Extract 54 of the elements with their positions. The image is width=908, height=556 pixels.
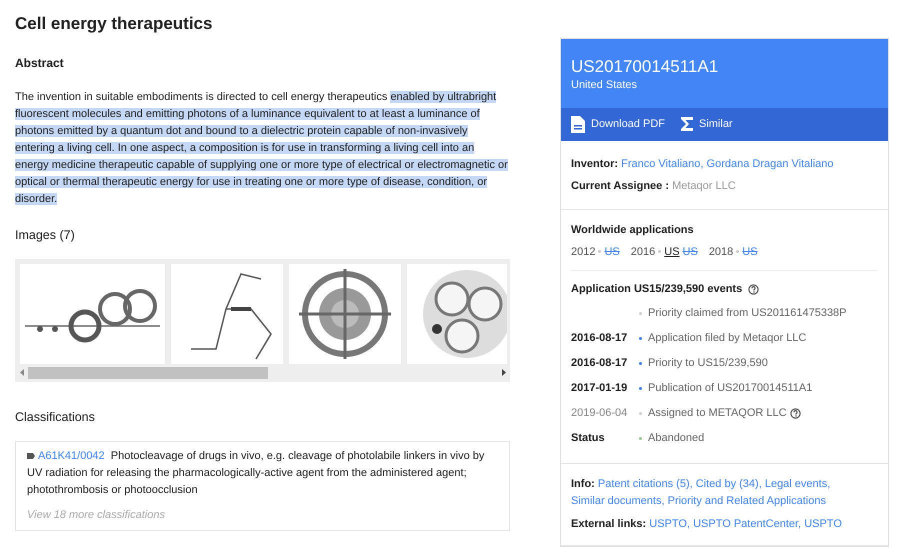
section-heading: Abstract — [15, 56, 65, 71]
abstract-paragraph: The invention in suitable embodiments is directed to cell energy therapeutics enabled by ultrabright fluorescent molecules and emitting photons of a luminance equivalent to at least a luminance of photons emitted by a quantum dot and bound to a dielectric protein capable of non-invasively entering a living cell. In one aspect, a composition is for use in transforming a living cell into an energy medicine therapeutic capable of supplying one or more type of electrical or electromagnetic or optical or thermal therapeutic energy for use in treating one or more type of disease, condition, or disorder. — [15, 90, 509, 207]
event-text: Publication of US20170014511A1 — [648, 380, 812, 396]
event-text: Abandoned — [648, 430, 704, 446]
link[interactable]: USPTO — [804, 518, 842, 530]
link[interactable]: USPTO PatentCenter, — [693, 518, 802, 530]
scroll-right-icon[interactable] — [502, 366, 506, 379]
scrollbar-thumb[interactable] — [28, 366, 268, 379]
link[interactable]: Cited by (34), — [696, 478, 762, 490]
similar-button[interactable]: Similar — [680, 116, 733, 133]
link[interactable]: USPTO, — [649, 518, 690, 530]
year-label: 2016 — [630, 246, 656, 258]
section-heading: Application US15/239,590 events — [571, 282, 742, 298]
country-link[interactable]: US — [682, 246, 698, 258]
link[interactable]: Legal events, — [764, 478, 830, 490]
field-label: Inventor: — [571, 158, 618, 170]
inventor-link[interactable]: Franco Vitaliano, Gordana Dragan Vitaliano — [621, 158, 834, 170]
field-label: Current Assignee : — [571, 180, 670, 192]
event-text: Assigned to METAQOR LLC — [648, 406, 787, 421]
patent-country: United States — [571, 78, 638, 94]
classification-link[interactable]: A61K41/0042 — [38, 450, 105, 462]
event-text: Application filed by Metaqor LLC — [648, 330, 806, 346]
assignee-name: Metaqor LLC — [672, 180, 736, 192]
section-heading: Classifications — [15, 410, 96, 425]
page-title: Cell energy therapeutics — [15, 14, 214, 34]
patent-number: US20170014511A1 — [571, 57, 720, 78]
help-icon[interactable] — [748, 284, 759, 296]
tag-icon — [27, 452, 35, 459]
event-date: 2017-01-19 — [571, 380, 628, 396]
country-link[interactable]: US — [664, 246, 680, 258]
field-label: Info: — [571, 478, 595, 490]
sigma-icon — [680, 117, 693, 132]
link[interactable]: Patent citations (5), — [598, 478, 693, 490]
country-link[interactable]: US — [742, 246, 758, 258]
link[interactable]: Similar documents, — [571, 494, 665, 507]
document-icon — [571, 116, 585, 133]
help-icon[interactable] — [790, 408, 801, 419]
more-classifications-link[interactable]: View 18 more classifications — [27, 506, 499, 524]
section-heading: Images (7) — [15, 228, 76, 243]
event-text: Priority claimed from US201161475338P — [648, 306, 847, 321]
field-label: External links: — [571, 518, 646, 530]
link[interactable]: Priority and Related Applications — [668, 494, 826, 507]
year-label: 2012 — [571, 246, 596, 258]
event-text: Priority to US15/239,590 — [648, 356, 768, 371]
event-date: 2016-08-17 — [571, 330, 628, 346]
event-date: Status — [571, 430, 606, 446]
year-label: 2018 — [708, 246, 734, 258]
country-link[interactable]: US — [604, 246, 620, 258]
event-date: 2016-08-17 — [571, 356, 628, 371]
classification-description: A61K41/0042 Photocleavage of drugs in vivo, e.g. cleavage of photolabile linkers in vivo by UV radiation for releasing the pharmacologically-active agent from the administered agent; photothrombosis or photoocclusion — [27, 448, 486, 498]
section-heading: Worldwide applications — [571, 222, 695, 238]
event-date: 2019-06-04 — [571, 406, 628, 421]
download-pdf-button[interactable]: Download PDF — [571, 116, 665, 133]
scroll-left-icon[interactable] — [20, 366, 24, 379]
